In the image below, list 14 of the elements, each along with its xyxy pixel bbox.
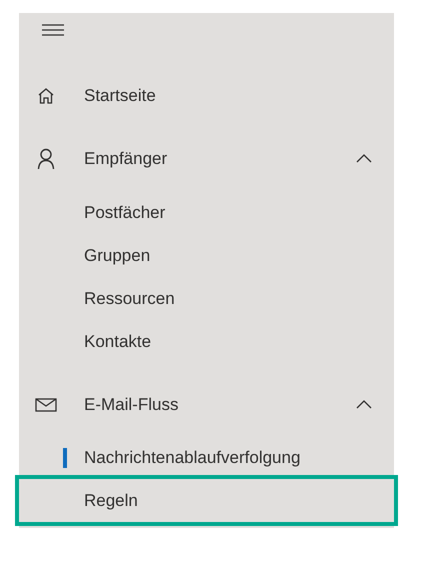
- nav-subitem[interactable]: Nachrichtenablaufverfolgung: [19, 436, 394, 479]
- nav-subitem[interactable]: Gruppen: [19, 234, 394, 277]
- nav-subitem[interactable]: Kontakte: [19, 320, 394, 363]
- nav-subitem[interactable]: Postfächer: [19, 191, 394, 234]
- chevron-icon[interactable]: [356, 400, 372, 409]
- nav-item[interactable]: E-Mail-Fluss: [19, 383, 394, 426]
- person-icon: [36, 148, 54, 170]
- home-icon: [36, 86, 54, 104]
- selection-indicator: [63, 448, 67, 468]
- nav-item[interactable]: Startseite: [19, 74, 394, 117]
- nav-item[interactable]: Empfänger: [19, 137, 394, 180]
- nav-subitem[interactable]: Ressourcen: [19, 277, 394, 320]
- mail-icon: [34, 398, 56, 412]
- chevron-icon[interactable]: [356, 154, 372, 163]
